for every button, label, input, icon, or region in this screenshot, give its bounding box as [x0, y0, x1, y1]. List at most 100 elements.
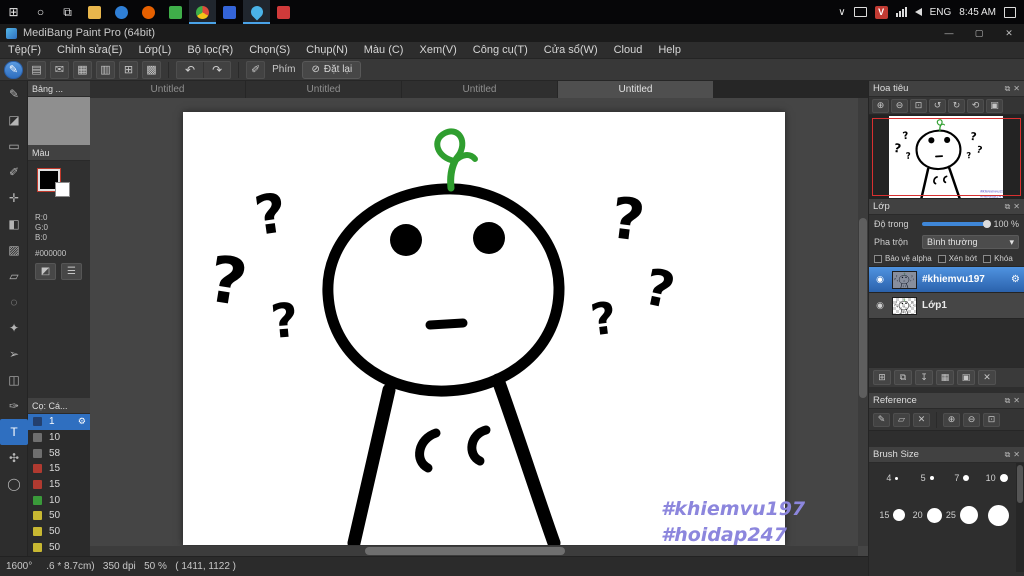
menu-chinh-sua[interactable]: Chỉnh sửa(E): [49, 42, 130, 59]
brush-preset[interactable]: 50: [28, 540, 90, 556]
tool-move[interactable]: ✛: [0, 185, 28, 211]
save-button[interactable]: ▤: [27, 60, 46, 79]
taskbar-app-edge[interactable]: [108, 0, 135, 24]
canvas[interactable]: ? ? ? ? ? ? #khiemvu197 #hoidap247: [183, 112, 805, 546]
ref-zoom-out-button[interactable]: ⊖: [963, 412, 980, 427]
unikey-icon[interactable]: V: [874, 5, 888, 19]
menu-lop[interactable]: Lớp(L): [130, 42, 179, 59]
brush-preset[interactable]: 15: [28, 461, 90, 477]
grid-button[interactable]: ⊞: [119, 60, 138, 79]
float-panel-icon[interactable]: ⧉: [1005, 396, 1011, 406]
taskbar-app-file-explorer[interactable]: [81, 0, 108, 24]
display-icon[interactable]: [853, 7, 867, 17]
menu-xem[interactable]: Xem(V): [411, 42, 464, 59]
nav-zoom-in-button[interactable]: ⊕: [872, 98, 889, 113]
tool-zoom[interactable]: ◯: [0, 471, 28, 497]
palette-panel-header[interactable]: Bảng ...: [28, 81, 90, 97]
brush-mode-button[interactable]: ✎: [4, 60, 23, 79]
duplicate-layer-button[interactable]: ⧉: [894, 370, 912, 385]
tool-select[interactable]: ▭: [0, 133, 28, 159]
menu-bo-loc[interactable]: Bộ lọc(R): [179, 42, 241, 59]
brush-size-option[interactable]: 20: [910, 507, 945, 523]
brush-preset[interactable]: 10: [28, 492, 90, 508]
close-panel-icon[interactable]: ✕: [1013, 202, 1020, 212]
layer-visibility-icon[interactable]: ◉: [873, 274, 887, 285]
color-panel-header[interactable]: Màu: [28, 145, 90, 161]
tool-text[interactable]: T: [0, 419, 28, 445]
comment-button[interactable]: ✉: [50, 60, 69, 79]
ref-open-button[interactable]: ▱: [893, 412, 910, 427]
redo-button[interactable]: ↷: [204, 62, 230, 78]
menu-cong-cu[interactable]: Công cụ(T): [465, 42, 536, 59]
float-panel-icon[interactable]: ⧉: [1005, 84, 1011, 94]
nav-zoom-out-button[interactable]: ⊖: [891, 98, 908, 113]
brush-preset[interactable]: 15: [28, 477, 90, 493]
tool-eraser[interactable]: ◪: [0, 107, 28, 133]
menu-cloud[interactable]: Cloud: [606, 42, 651, 59]
ref-fit-button[interactable]: ⊡: [983, 412, 1000, 427]
palette-panel-body[interactable]: [28, 97, 90, 145]
canvas[interactable]: ? ? ? ? ? ? #khiemvu197 #hoidap247: [889, 116, 1003, 198]
nav-rotate-left-button[interactable]: ↺: [929, 98, 946, 113]
brush-preset[interactable]: 50: [28, 524, 90, 540]
brush-preset[interactable]: 10: [28, 430, 90, 446]
layer-row-lop1[interactable]: ◉ ? ? ? ? ? ? #khie Lớp1: [869, 293, 1024, 319]
tab-untitled-1[interactable]: Untitled: [90, 81, 245, 98]
horizontal-scrollbar[interactable]: [365, 547, 565, 555]
tray-chevron-icon[interactable]: ∨: [838, 7, 845, 18]
brush-size-scrollbar[interactable]: [1016, 463, 1024, 572]
brush-preset[interactable]: 1 ⚙: [28, 414, 90, 430]
canvas[interactable]: ? ? ? ? ? ? #khiemvu197 #hoidap247: [893, 298, 916, 314]
clock[interactable]: 8:45 AM: [959, 7, 996, 18]
close-panel-icon[interactable]: ✕: [1013, 450, 1020, 460]
brush-preset[interactable]: 58: [28, 445, 90, 461]
start-button[interactable]: ⊞: [0, 0, 27, 24]
blend-select[interactable]: Bình thường ▾: [922, 235, 1019, 249]
reset-button[interactable]: ⊘ Đặt lại: [302, 60, 362, 79]
ref-zoom-in-button[interactable]: ⊕: [943, 412, 960, 427]
taskbar-app-firefox[interactable]: [135, 0, 162, 24]
menu-help[interactable]: Help: [650, 42, 689, 59]
brush-size-option[interactable]: 25: [945, 506, 980, 524]
taskbar-app-red[interactable]: [270, 0, 297, 24]
pen-setting-button[interactable]: ✐: [246, 60, 266, 79]
tool-shape[interactable]: ▱: [0, 263, 28, 289]
gear-icon[interactable]: ⚙: [78, 416, 86, 427]
horizontal-scrollbar-track[interactable]: [90, 546, 858, 556]
tool-magic-wand[interactable]: ✦: [0, 315, 28, 341]
nav-fit-button[interactable]: ⊡: [910, 98, 927, 113]
brush-size-option[interactable]: 4: [875, 473, 910, 483]
task-view-button[interactable]: ⧉: [54, 0, 81, 24]
brush-panel-header[interactable]: Cọ: Cá...: [28, 398, 90, 414]
volume-icon[interactable]: [914, 8, 922, 16]
slider-mode-button[interactable]: ☰: [61, 263, 82, 280]
layer-folder-button[interactable]: ▦: [936, 370, 954, 385]
menu-mau[interactable]: Màu (C): [356, 42, 412, 59]
navigator-preview[interactable]: ? ? ? ? ? ? #khiemvu197 #hoidap247: [869, 115, 1024, 199]
taskbar-app-store[interactable]: [162, 0, 189, 24]
nav-rotate-right-button[interactable]: ↻: [948, 98, 965, 113]
tab-untitled-3[interactable]: Untitled: [402, 81, 557, 98]
undo-button[interactable]: ↶: [177, 61, 205, 78]
pages-button[interactable]: ▥: [96, 60, 115, 79]
layer-row-khiemvu197[interactable]: ◉ ? ? ?: [869, 267, 1024, 293]
alpha-lock-checkbox[interactable]: Bảo vệ alpha: [874, 254, 932, 263]
menu-chon[interactable]: Chọn(S): [241, 42, 298, 59]
brush-size-option[interactable]: [979, 504, 1014, 526]
tool-fill[interactable]: ◧: [0, 211, 28, 237]
layer-visibility-icon[interactable]: ◉: [873, 300, 887, 311]
close-panel-icon[interactable]: ✕: [1013, 84, 1020, 94]
close-button[interactable]: ✕: [994, 24, 1024, 42]
layer-settings-icon[interactable]: ⚙: [1011, 274, 1020, 285]
float-panel-icon[interactable]: ⧉: [1005, 450, 1011, 460]
material-button[interactable]: ▩: [142, 60, 161, 79]
merge-layer-button[interactable]: ↧: [915, 370, 933, 385]
canvas-viewport[interactable]: ? ? ? ? ? ? #khiemvu197 #hoidap247: [90, 98, 868, 556]
nav-actual-size-button[interactable]: ▣: [986, 98, 1003, 113]
brush-size-option[interactable]: 10: [979, 473, 1014, 483]
action-center-icon[interactable]: [1004, 6, 1016, 18]
search-button[interactable]: ○: [27, 0, 54, 24]
tool-control[interactable]: ➢: [0, 341, 28, 367]
minimize-button[interactable]: —: [934, 24, 964, 42]
opacity-slider[interactable]: [922, 220, 992, 228]
